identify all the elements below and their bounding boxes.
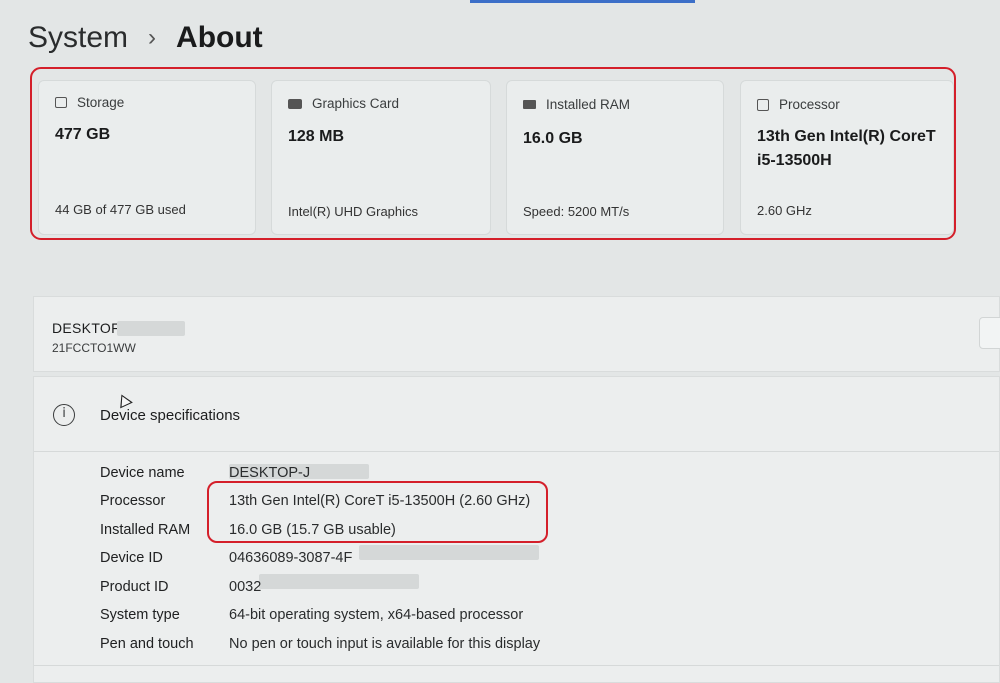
spec-label: Device ID [100, 550, 163, 566]
spec-label: Device name [100, 465, 185, 481]
divider [34, 451, 999, 452]
spec-value: No pen or touch input is available for t… [229, 636, 541, 652]
spec-row-system-type: System type 64-bit operating system, x64… [100, 603, 523, 627]
window-accent-bar [470, 0, 695, 3]
breadcrumb: System › About [28, 18, 263, 58]
spec-row-device-id: Device ID 04636089-3087-4F [100, 546, 352, 570]
cards-highlight-annotation [30, 67, 956, 240]
device-model: 21FCCTO1WW [52, 341, 136, 355]
chevron-right-icon: › [148, 24, 157, 51]
spec-row-pen-and-touch: Pen and touch No pen or touch input is a… [100, 632, 540, 656]
page-title: About [176, 21, 263, 54]
redacted-area [359, 545, 539, 560]
redacted-area [117, 321, 185, 336]
spec-label: Product ID [100, 579, 169, 595]
spec-row-product-id: Product ID 0032 [100, 575, 261, 599]
spec-value: 64-bit operating system, x64-based proce… [229, 607, 524, 623]
device-name-panel: DESKTOF 21FCCTO1WW [33, 296, 1000, 372]
spec-value: 04636089-3087-4F [229, 550, 353, 566]
rename-button[interactable] [979, 317, 1000, 349]
device-name: DESKTOF [52, 320, 120, 336]
section-title: Device specifications [100, 407, 241, 424]
specs-highlight-annotation [207, 481, 548, 543]
spec-label: Pen and touch [100, 636, 194, 652]
spec-value: 0032 [229, 579, 262, 595]
info-icon: i [53, 404, 75, 426]
redacted-area [259, 574, 419, 589]
divider [34, 665, 999, 666]
spec-value: DESKTOP-J [229, 465, 311, 481]
device-specifications-header[interactable]: i Device specifications [34, 377, 999, 453]
breadcrumb-system-link[interactable]: System [28, 21, 128, 55]
spec-label: System type [100, 607, 180, 623]
